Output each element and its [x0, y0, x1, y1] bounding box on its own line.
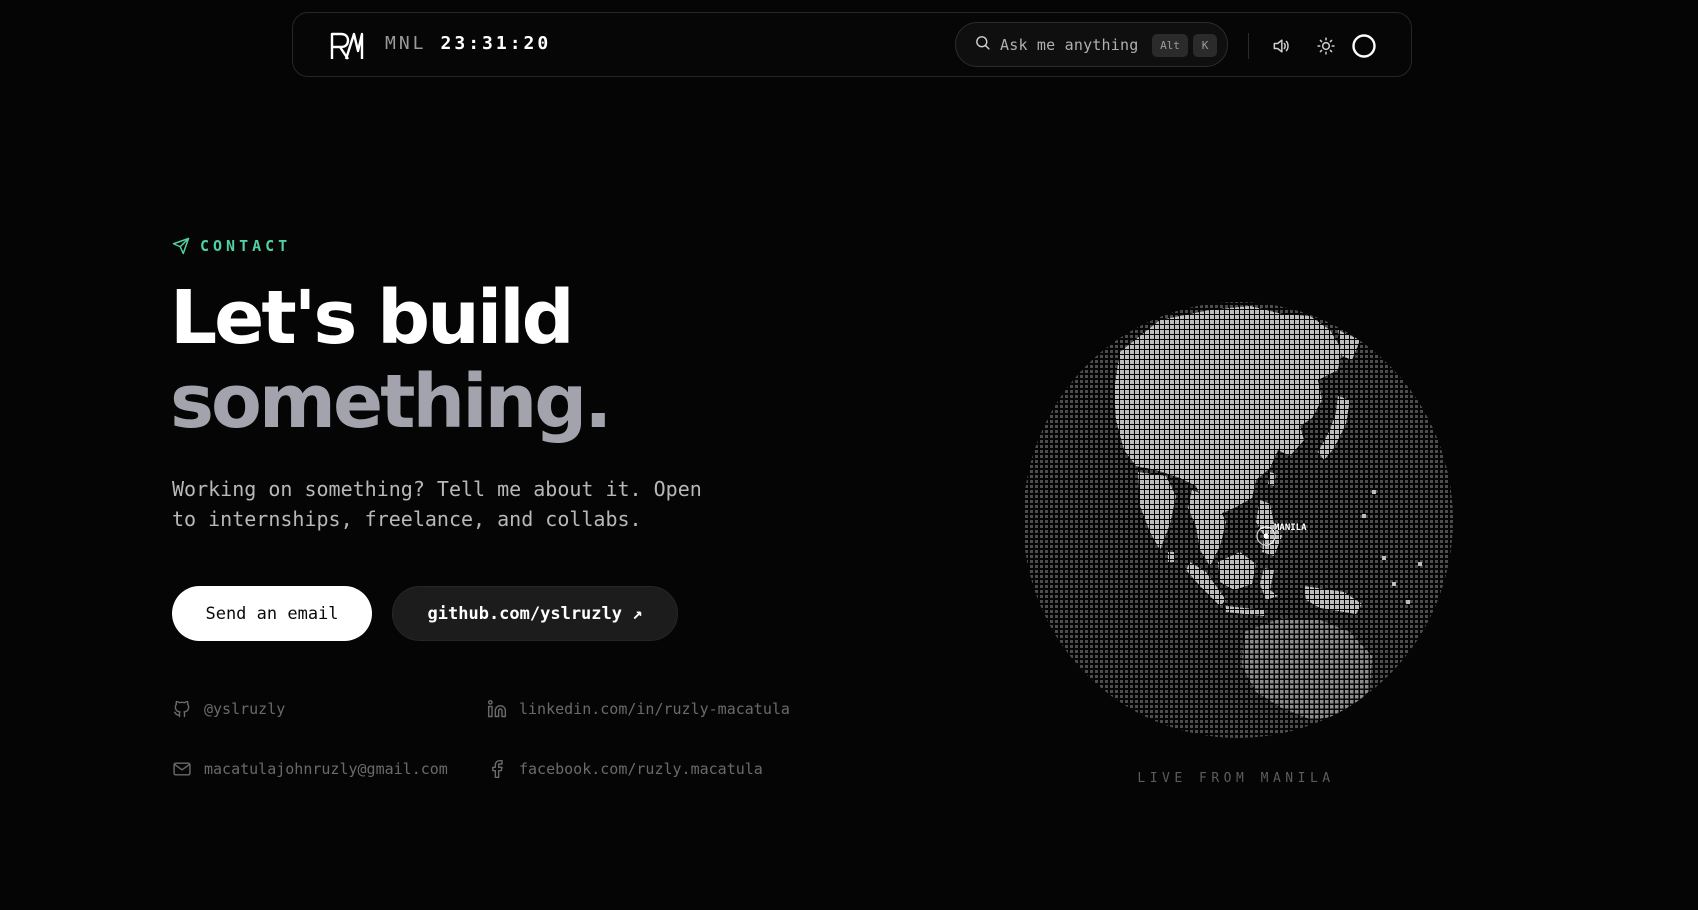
search-icon [974, 34, 991, 55]
send-email-button[interactable]: Send an email [172, 586, 372, 641]
sun-icon [1317, 37, 1335, 55]
headline-line-1: Let's build [170, 275, 575, 361]
theme-toggle-button[interactable] [1315, 35, 1337, 57]
shortcut-key-alt: Alt [1152, 34, 1188, 57]
headline-line-2: something. [170, 359, 612, 445]
github-icon [173, 700, 190, 718]
github-profile-link[interactable]: @yslruzly [172, 699, 285, 719]
clock-city: MNL [385, 33, 427, 54]
globe-caption: LIVE FROM MANILA [1137, 771, 1335, 786]
facebook-url: facebook.com/ruzly.macatula [519, 760, 763, 778]
sound-toggle-button[interactable] [1270, 35, 1292, 57]
ring-icon [1352, 34, 1376, 58]
ascii-globe: MANILA [1020, 300, 1456, 740]
email-link[interactable]: macatulajohnruzly@gmail.com [172, 759, 448, 779]
landmass-srilanka [1168, 552, 1174, 562]
github-handle: @yslruzly [204, 700, 286, 718]
clock-time: 23:31:20 [440, 33, 552, 54]
mail-icon [173, 762, 191, 776]
search-placeholder: Ask me anything [1000, 35, 1139, 54]
ask-search-bar[interactable]: Ask me anything Alt K [955, 22, 1228, 67]
page-headline: Let's build something. [170, 275, 612, 445]
linkedin-url: linkedin.com/in/ruzly-macatula [519, 700, 790, 718]
section-label-text: CONTACT [200, 237, 292, 255]
email-address: macatulajohnruzly@gmail.com [204, 760, 448, 778]
linkedin-icon [487, 699, 507, 718]
linkedin-profile-link[interactable]: linkedin.com/in/ruzly-macatula [487, 699, 790, 719]
github-link-button[interactable]: github.com/yslruzly ↗ [392, 586, 678, 641]
send-icon [172, 237, 190, 255]
top-navbar: MNL 23:31:20 Ask me anything Alt K [292, 12, 1412, 77]
intro-text: Working on something? Tell me about it. … [172, 477, 702, 531]
section-label: CONTACT [172, 237, 291, 255]
shortcut-key-k: K [1193, 34, 1217, 57]
local-clock: MNL 23:31:20 [385, 33, 551, 54]
site-logo[interactable] [329, 31, 365, 61]
manila-marker-label: MANILA [1274, 523, 1307, 533]
facebook-icon [492, 759, 503, 779]
speaker-icon [1273, 39, 1289, 53]
navbar-divider [1248, 33, 1249, 59]
facebook-profile-link[interactable]: facebook.com/ruzly.macatula [487, 759, 763, 779]
logo-mark-icon [330, 32, 364, 60]
globe-dot-map: MANILA [1023, 302, 1453, 738]
status-ring-button[interactable] [1351, 33, 1377, 59]
